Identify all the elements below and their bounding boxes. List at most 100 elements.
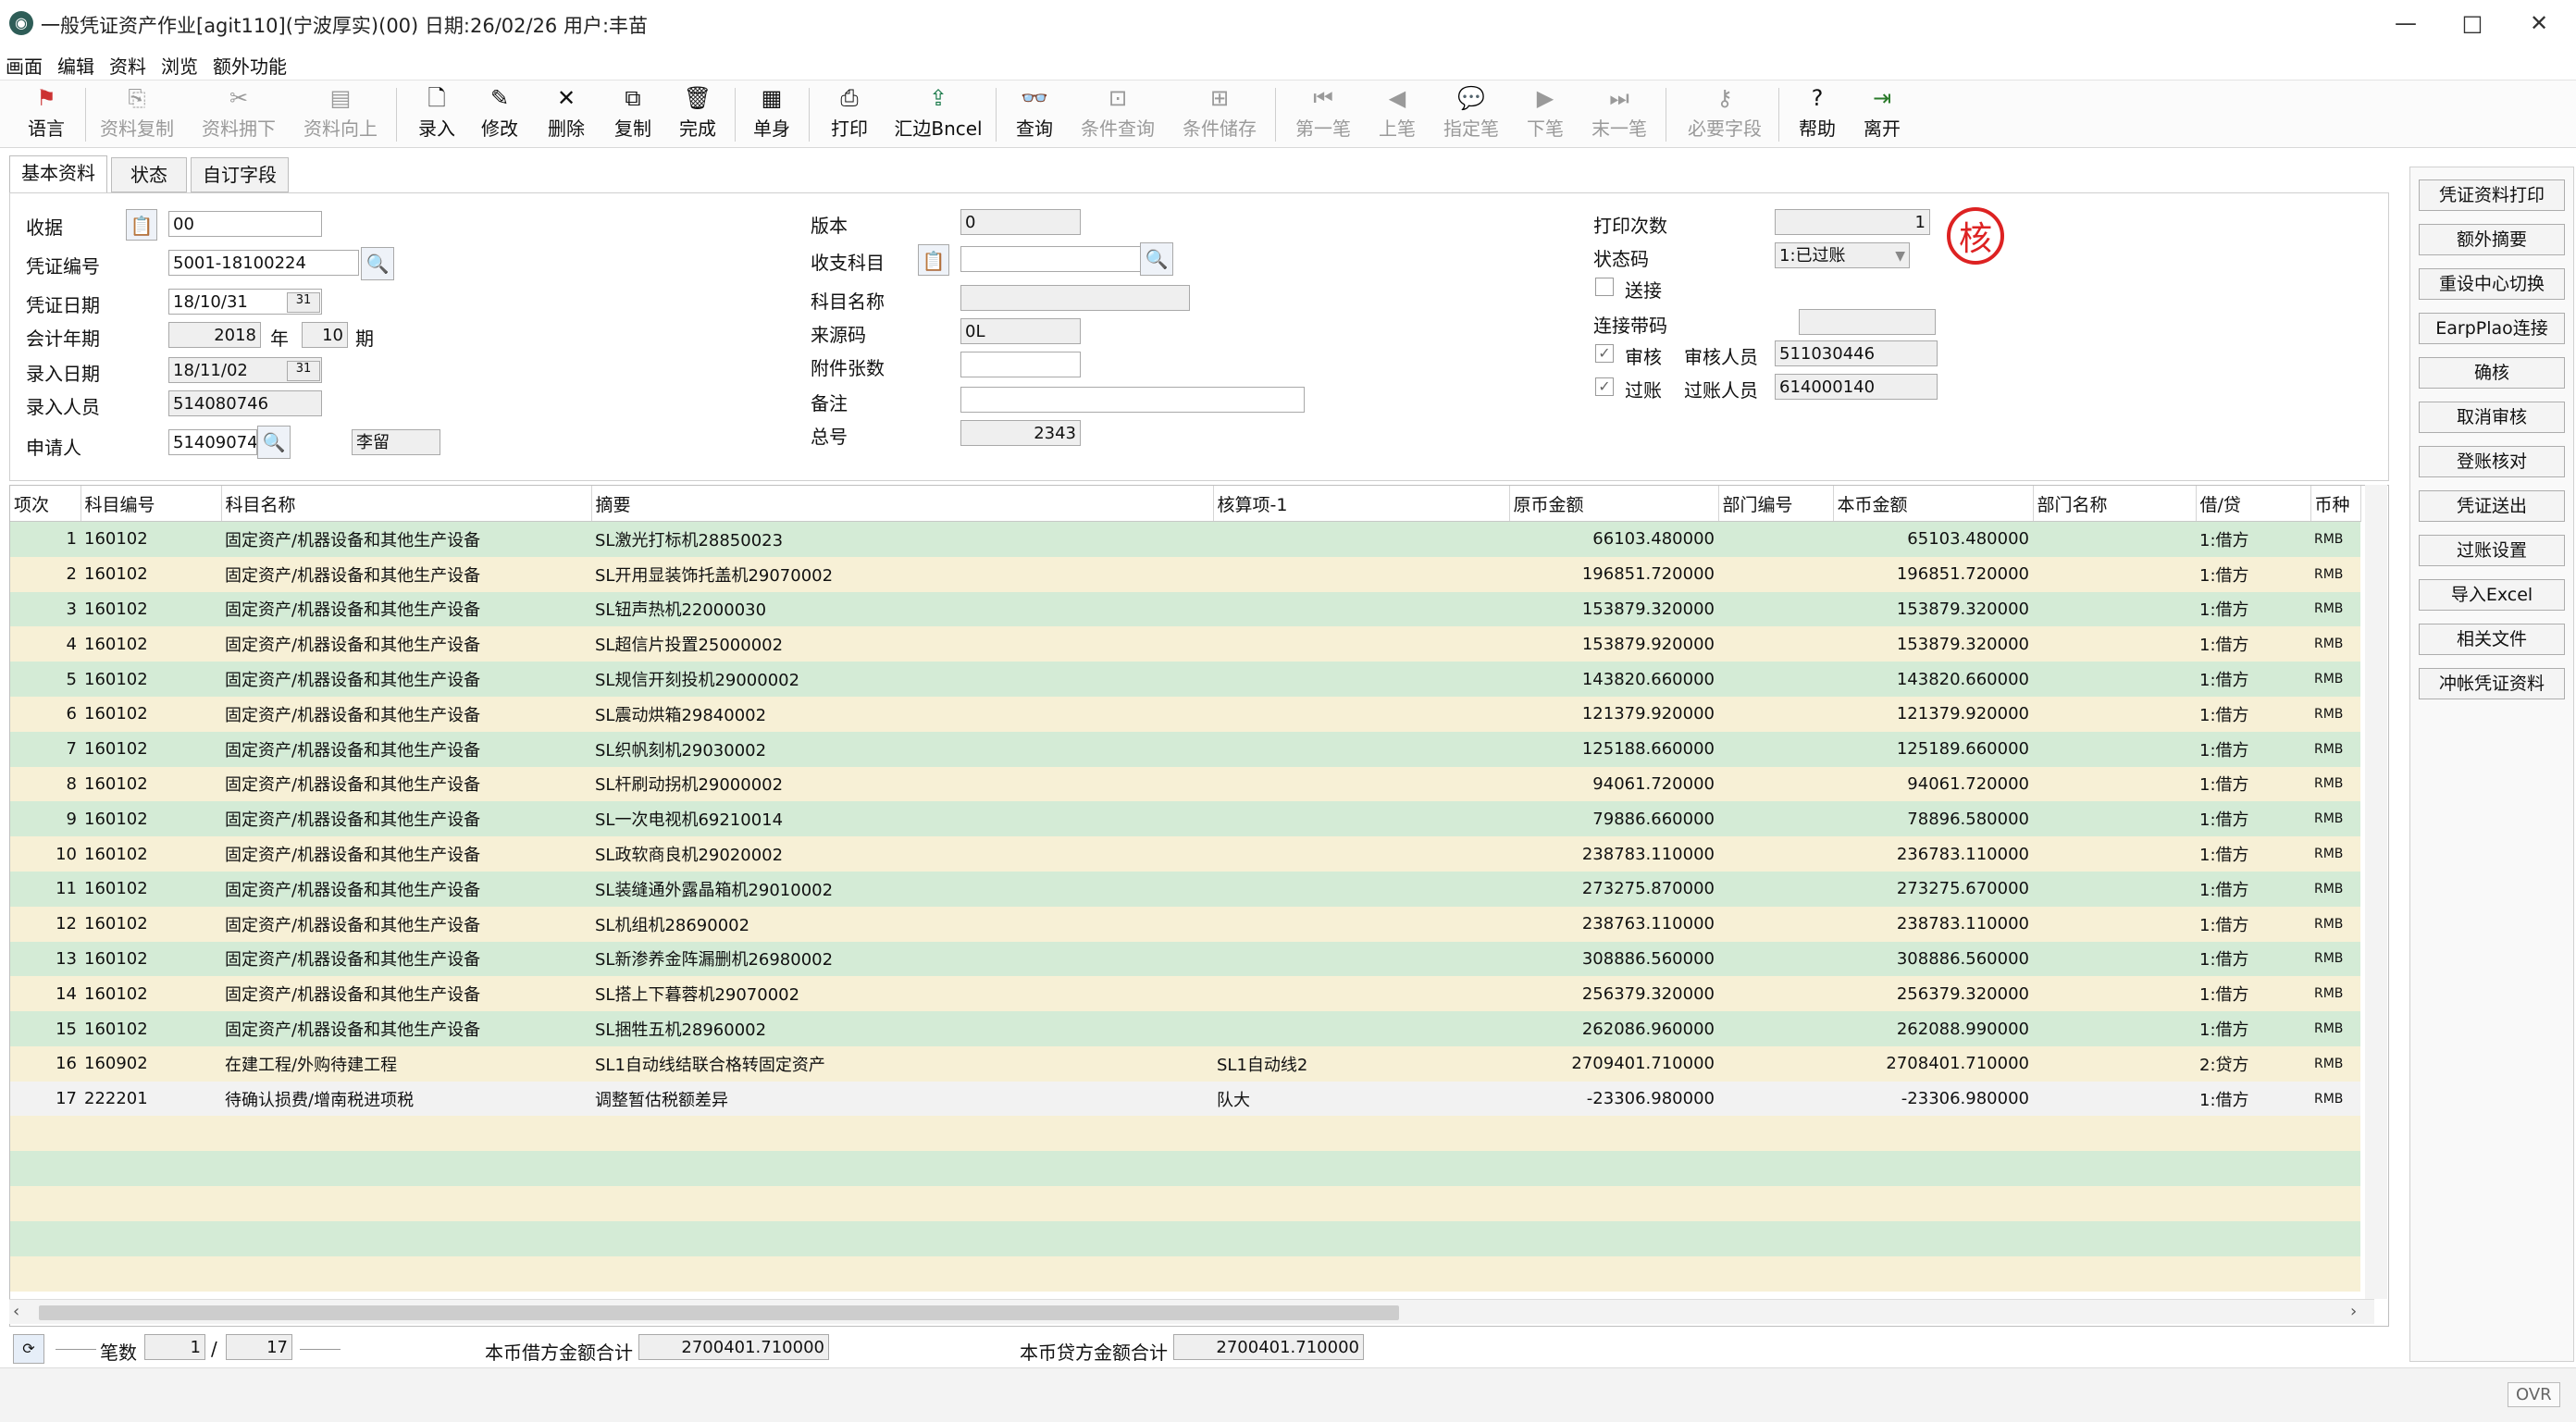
cell-seq[interactable]: 10 xyxy=(10,836,80,872)
col-dept-name[interactable]: 部门名称 xyxy=(2033,486,2197,522)
cell-debit-credit[interactable]: 1:借方 xyxy=(2196,766,2310,802)
cell-seq[interactable]: 7 xyxy=(10,731,80,767)
table-row[interactable]: 9 160102 固定资产/机器设备和其他生产设备 SL一次电视机69210014 79… xyxy=(10,801,2360,837)
cell-accounting-item[interactable] xyxy=(1213,906,1509,942)
cell-seq[interactable]: 4 xyxy=(10,626,80,662)
cell-seq[interactable]: 17 xyxy=(10,1081,80,1117)
cell-original-amount[interactable]: -23306.980000 xyxy=(1509,1081,1718,1117)
cell-local-amount[interactable]: 236783.110000 xyxy=(1833,836,2033,872)
cell-dept-name[interactable] xyxy=(2033,662,2196,697)
cell-dept-name[interactable] xyxy=(2033,556,2196,592)
cell-accounting-item[interactable] xyxy=(1213,591,1509,627)
cell-account-name[interactable]: 待确认损费/增南税进项税 xyxy=(221,1081,591,1117)
menu-browse[interactable]: 浏览 xyxy=(161,52,198,79)
table-row[interactable]: 7 160102 固定资产/机器设备和其他生产设备 SL织帆刻机29030002 125… xyxy=(10,731,2360,767)
table-row[interactable]: 12 160102 固定资产/机器设备和其他生产设备 SL机组机28690002 238… xyxy=(10,906,2360,942)
cell-summary[interactable]: SL织帆刻机29030002 xyxy=(591,731,1213,767)
cell-currency[interactable]: RMB xyxy=(2310,976,2360,1012)
cell-dept-name[interactable] xyxy=(2033,1081,2196,1117)
cell-accounting-item[interactable] xyxy=(1213,836,1509,872)
cell-currency[interactable]: RMB xyxy=(2310,1081,2360,1117)
cell-dept-no[interactable] xyxy=(1718,1081,1833,1117)
cell-seq[interactable]: 6 xyxy=(10,696,80,732)
cell-currency[interactable]: RMB xyxy=(2310,662,2360,697)
remark-field[interactable] xyxy=(960,387,1305,413)
cell-dept-name[interactable] xyxy=(2033,766,2196,802)
cell-seq[interactable]: 12 xyxy=(10,906,80,942)
cell-summary[interactable]: SL一次电视机69210014 xyxy=(591,801,1213,837)
cell-currency[interactable]: RMB xyxy=(2310,521,2360,557)
cell-account-no[interactable]: 160102 xyxy=(80,521,221,557)
add-button[interactable]: 🗋 录入 xyxy=(407,82,466,145)
cell-accounting-item[interactable] xyxy=(1213,731,1509,767)
cell-dept-no[interactable] xyxy=(1718,801,1833,837)
cell-currency[interactable]: RMB xyxy=(2310,871,2360,907)
close-icon[interactable]: ✕ xyxy=(2502,0,2576,46)
cell-summary[interactable]: SL超信片投置25000002 xyxy=(591,626,1213,662)
cell-dept-no[interactable] xyxy=(1718,941,1833,977)
cell-summary[interactable]: SL1自动线结联合格转固定资产 xyxy=(591,1045,1213,1082)
confirm-audit-button[interactable]: 确核 xyxy=(2419,357,2565,389)
cell-original-amount[interactable]: 143820.660000 xyxy=(1509,662,1718,697)
cell-account-name[interactable]: 固定资产/机器设备和其他生产设备 xyxy=(221,662,591,697)
cell-debit-credit[interactable]: 1:借方 xyxy=(2196,836,2310,872)
cell-debit-credit[interactable]: 1:借方 xyxy=(2196,801,2310,837)
cell-currency[interactable]: RMB xyxy=(2310,1045,2360,1082)
table-row[interactable]: 13 160102 固定资产/机器设备和其他生产设备 SL新渗养金阵漏删机269800… xyxy=(10,941,2360,977)
cell-seq[interactable]: 3 xyxy=(10,591,80,627)
horizontal-scrollbar[interactable]: ‹ › xyxy=(9,1299,2374,1324)
cell-dept-no[interactable] xyxy=(1718,626,1833,662)
cell-dept-no[interactable] xyxy=(1718,906,1833,942)
cell-account-no[interactable]: 160102 xyxy=(80,696,221,732)
cell-local-amount[interactable]: 78896.580000 xyxy=(1833,801,2033,837)
cell-account-no[interactable]: 222201 xyxy=(80,1081,221,1117)
cell-dept-no[interactable] xyxy=(1718,1011,1833,1046)
attachments-field[interactable] xyxy=(960,352,1081,377)
calendar-icon[interactable]: 31 xyxy=(287,361,320,381)
extra-summary-button[interactable]: 额外摘要 xyxy=(2419,224,2565,255)
cell-debit-credit[interactable]: 1:借方 xyxy=(2196,906,2310,942)
ledger-check-button[interactable]: 登账核对 xyxy=(2419,446,2565,477)
table-row[interactable]: 10 160102 固定资产/机器设备和其他生产设备 SL政软商良机29020002 2… xyxy=(10,836,2360,872)
cell-currency[interactable]: RMB xyxy=(2310,591,2360,627)
table-row[interactable]: 11 160102 固定资产/机器设备和其他生产设备 SL装缝通外露晶箱机290100… xyxy=(10,871,2360,907)
cell-original-amount[interactable]: 153879.320000 xyxy=(1509,591,1718,627)
cell-dept-no[interactable] xyxy=(1718,591,1833,627)
cell-local-amount[interactable]: 143820.660000 xyxy=(1833,662,2033,697)
cell-account-no[interactable]: 160102 xyxy=(80,591,221,627)
cell-seq[interactable]: 13 xyxy=(10,941,80,977)
cell-local-amount[interactable]: 125189.660000 xyxy=(1833,731,2033,767)
export-excel-button[interactable]: ⇪ 汇边Bncel xyxy=(890,82,986,145)
cell-dept-no[interactable] xyxy=(1718,766,1833,802)
cell-dept-name[interactable] xyxy=(2033,731,2196,767)
cell-accounting-item[interactable] xyxy=(1213,871,1509,907)
col-summary[interactable]: 摘要 xyxy=(591,486,1214,522)
cell-dept-name[interactable] xyxy=(2033,906,2196,942)
cell-account-name[interactable]: 固定资产/机器设备和其他生产设备 xyxy=(221,521,591,557)
query-button[interactable]: 👓 查询 xyxy=(1005,82,1064,145)
cell-dept-no[interactable] xyxy=(1718,1045,1833,1082)
status-code-select[interactable]: 1:已过账 ▼ xyxy=(1775,242,1910,268)
delete-button[interactable]: ✕ 删除 xyxy=(537,82,596,145)
cell-original-amount[interactable]: 256379.320000 xyxy=(1509,976,1718,1012)
cell-debit-credit[interactable]: 1:借方 xyxy=(2196,696,2310,732)
copy-data-button[interactable]: ⎘ 资料复制 xyxy=(93,82,181,145)
cell-account-no[interactable]: 160102 xyxy=(80,731,221,767)
cell-accounting-item[interactable]: SL1自动线2 xyxy=(1213,1045,1509,1082)
cell-debit-credit[interactable]: 1:借方 xyxy=(2196,556,2310,592)
cell-accounting-item[interactable] xyxy=(1213,801,1509,837)
cell-original-amount[interactable]: 196851.720000 xyxy=(1509,556,1718,592)
cancel-audit-button[interactable]: 取消审核 xyxy=(2419,402,2565,433)
vertical-scrollbar[interactable] xyxy=(2365,485,2387,1299)
cell-account-name[interactable]: 固定资产/机器设备和其他生产设备 xyxy=(221,1011,591,1046)
cell-original-amount[interactable]: 238783.110000 xyxy=(1509,836,1718,872)
scroll-left-icon[interactable]: ‹ xyxy=(13,1302,19,1321)
table-row[interactable]: 5 160102 固定资产/机器设备和其他生产设备 SL规信开刻投机29000002 1… xyxy=(10,662,2360,697)
cell-account-name[interactable]: 固定资产/机器设备和其他生产设备 xyxy=(221,941,591,977)
cell-summary[interactable]: SL新渗养金阵漏删机26980002 xyxy=(591,941,1213,977)
cell-local-amount[interactable]: -23306.980000 xyxy=(1833,1081,2033,1117)
table-row[interactable]: 8 160102 固定资产/机器设备和其他生产设备 SL杆刷动拐机29000002 94… xyxy=(10,766,2360,802)
table-row[interactable]: 17 222201 待确认损费/增南税进项税 调整暂估税额差异 队大 -23306.980… xyxy=(10,1081,2360,1117)
cell-summary[interactable]: SL激光打标机28850023 xyxy=(591,521,1213,557)
cell-accounting-item[interactable] xyxy=(1213,556,1509,592)
